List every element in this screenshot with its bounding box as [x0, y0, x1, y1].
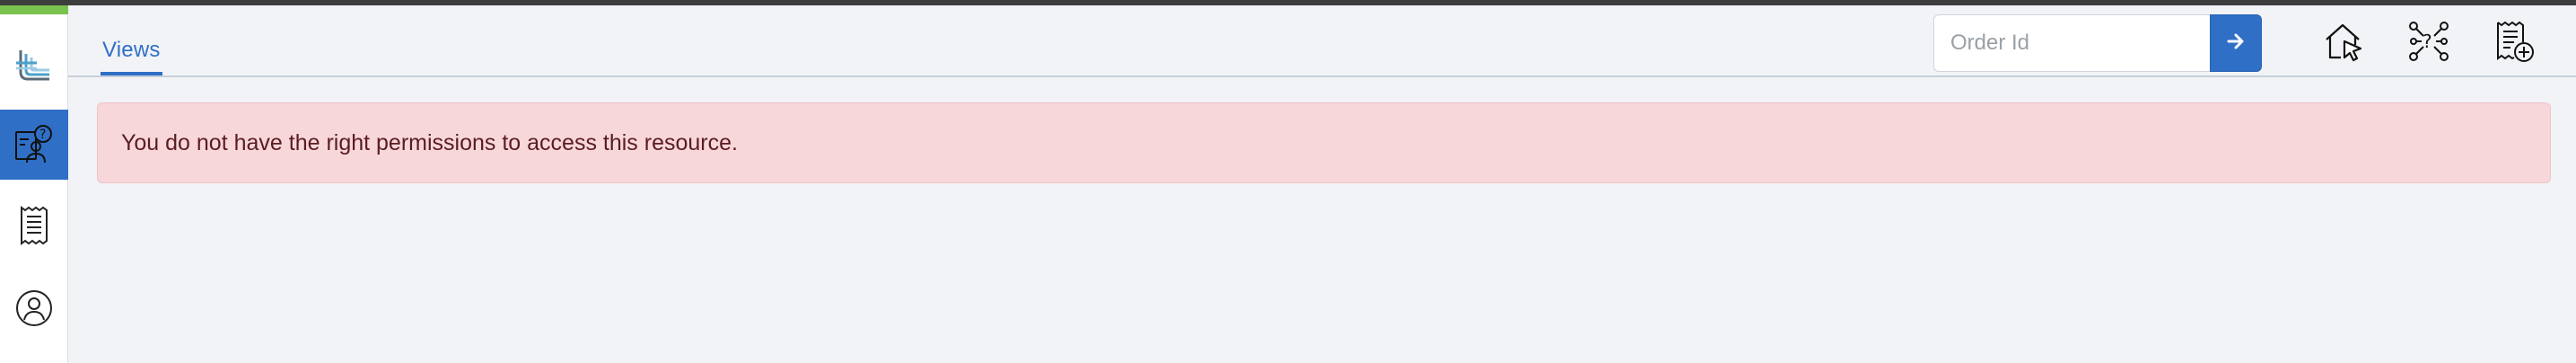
logo-icon — [13, 45, 55, 86]
svg-text:?: ? — [39, 128, 46, 142]
alert-message: You do not have the right permissions to… — [121, 129, 738, 155]
network-button[interactable]: ? — [2404, 18, 2454, 68]
sidebar-item-receipts[interactable] — [0, 190, 68, 261]
sidebar-item-profile[interactable] — [0, 273, 68, 343]
sidebar-item-help-desk[interactable]: ? — [0, 110, 68, 180]
sidebar-accent-stripe — [0, 5, 68, 14]
network-question-icon: ? — [2406, 19, 2451, 68]
arrow-right-icon — [2226, 31, 2246, 56]
receipt-icon — [16, 204, 52, 247]
order-search-button[interactable] — [2210, 14, 2262, 72]
order-search-group — [1933, 14, 2262, 72]
main-header: Views ? — [68, 5, 2576, 77]
help-desk-icon: ? — [13, 123, 56, 166]
sidebar-item-logo[interactable] — [0, 31, 68, 101]
order-id-input[interactable] — [1933, 14, 2210, 72]
new-order-button[interactable] — [2490, 18, 2540, 68]
tab-views[interactable]: Views — [101, 32, 162, 75]
home-button[interactable] — [2318, 18, 2368, 68]
receipt-add-icon — [2494, 19, 2536, 68]
sidebar: ? — [0, 5, 68, 363]
svg-text:?: ? — [2423, 31, 2432, 52]
user-circle-icon — [14, 288, 54, 328]
home-cursor-icon — [2321, 20, 2364, 67]
permission-alert: You do not have the right permissions to… — [97, 102, 2551, 183]
